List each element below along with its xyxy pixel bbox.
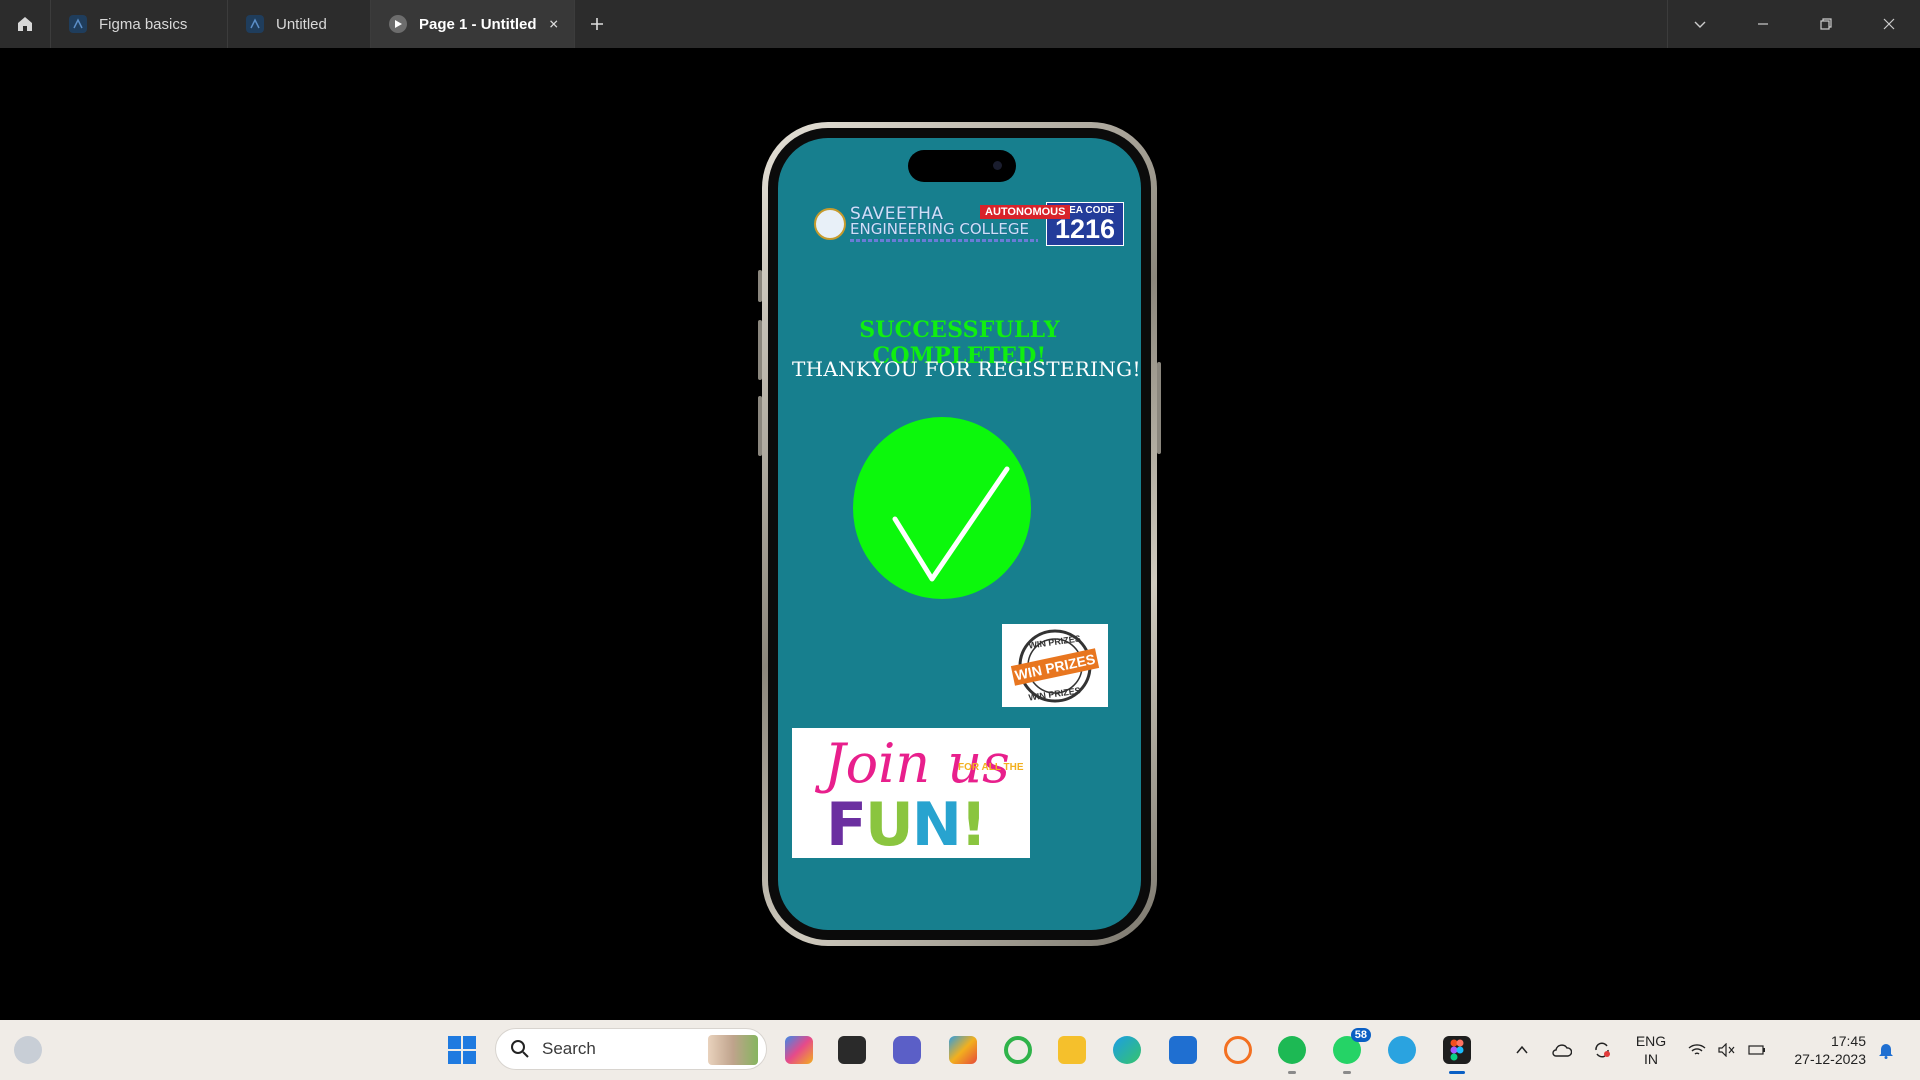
start-button[interactable] <box>448 1036 476 1064</box>
dynamic-island <box>908 150 1016 182</box>
windows-logo-pane <box>448 1036 461 1049</box>
figma-file-icon <box>69 15 87 33</box>
windows-logo-pane <box>463 1051 476 1064</box>
sync-icon[interactable] <box>1588 1020 1616 1080</box>
college-tagline <box>850 239 1038 242</box>
figma-file-icon <box>246 15 264 33</box>
telegram-icon[interactable] <box>1388 1036 1416 1064</box>
checkmark-icon <box>853 417 1031 599</box>
tab-untitled[interactable]: Untitled <box>228 0 371 48</box>
restore-icon <box>1819 18 1832 30</box>
search-placeholder: Search <box>542 1039 596 1058</box>
whatsapp-icon[interactable]: 58 <box>1333 1028 1371 1074</box>
task-view-icon[interactable] <box>838 1036 866 1064</box>
new-tab-button[interactable] <box>575 0 619 48</box>
microsoft-store-icon[interactable] <box>1169 1036 1197 1064</box>
tab-label: Figma basics <box>99 15 188 33</box>
jupyter-icon[interactable] <box>1224 1036 1252 1064</box>
camera-icon <box>993 161 1002 170</box>
autonomous-badge: AUTONOMOUS <box>980 205 1071 219</box>
edge-icon[interactable] <box>1113 1036 1141 1064</box>
system-clock[interactable]: 17:45 27-12-2023 <box>1784 1032 1866 1068</box>
taskbar: Search 58 ENG IN 17:45 27-12-2023 <box>0 1020 1920 1080</box>
home-button[interactable] <box>0 0 51 48</box>
action-button <box>758 270 762 302</box>
close-window-button[interactable] <box>1857 0 1920 48</box>
language-code: ENG <box>1635 1033 1667 1049</box>
fun-letter: N <box>911 790 962 860</box>
tab-label: Page 1 - Untitled <box>419 15 537 33</box>
tab-bar: Figma basics Untitled Page 1 - Untitled <box>0 0 1920 48</box>
power-button <box>1157 362 1161 454</box>
win-prizes-seal-icon: WIN PRIZES WIN PRIZES WIN PRIZES <box>1010 629 1100 702</box>
file-explorer-icon[interactable] <box>1058 1036 1086 1064</box>
clock-time: 17:45 <box>1830 1033 1866 1049</box>
volume-down-button <box>758 396 762 456</box>
battery-icon[interactable] <box>1744 1020 1770 1080</box>
taskbar-search[interactable]: Search <box>495 1028 767 1070</box>
chevron-up-icon <box>1516 1045 1528 1054</box>
volume-up-button <box>758 320 762 380</box>
tabs-dropdown-button[interactable] <box>1668 0 1731 48</box>
volume-muted-icon[interactable] <box>1714 1020 1740 1080</box>
iphone-frame: SAVEETHA AUTONOMOUS ENGINEERING COLLEGE … <box>758 122 1161 946</box>
window-controls <box>1667 0 1920 48</box>
teams-chat-icon[interactable] <box>893 1036 921 1064</box>
language-indicator[interactable]: ENG IN <box>1634 1032 1668 1068</box>
college-emblem-icon <box>814 208 846 240</box>
clock-date: 27-12-2023 <box>1794 1051 1866 1067</box>
paint-icon[interactable] <box>949 1036 977 1064</box>
tnea-code-value: 1216 <box>1054 214 1116 244</box>
search-icon <box>511 1040 529 1058</box>
whatsapp-unread-badge: 58 <box>1350 1028 1371 1042</box>
thanks-message: THANKYOU FOR REGISTERING! <box>792 357 1141 381</box>
spotify-icon[interactable] <box>1278 1036 1306 1074</box>
phone-bezel: SAVEETHA AUTONOMOUS ENGINEERING COLLEGE … <box>768 128 1151 940</box>
tab-label: Untitled <box>276 15 327 33</box>
fun-letter: U <box>865 790 914 860</box>
figma-logo-icon <box>1450 1039 1464 1061</box>
restore-button[interactable] <box>1794 0 1857 48</box>
windows-logo-pane <box>448 1051 461 1064</box>
minimize-icon <box>1757 23 1768 25</box>
college-name-line2: ENGINEERING COLLEGE <box>850 220 1029 238</box>
onedrive-icon[interactable] <box>1548 1020 1576 1080</box>
fun-letter: ! <box>959 790 987 860</box>
win-prizes-image: WIN PRIZES WIN PRIZES WIN PRIZES <box>1002 624 1108 707</box>
wifi-icon[interactable] <box>1684 1020 1710 1080</box>
search-highlight-image <box>708 1035 758 1065</box>
notifications-bell-icon[interactable] <box>1872 1020 1900 1080</box>
plus-icon <box>591 18 603 30</box>
weather-widget-icon[interactable] <box>14 1036 42 1064</box>
for-all-the-text: FOR ALL THE <box>958 762 1024 773</box>
fun-text: FUN! <box>826 790 987 860</box>
prototype-canvas: SAVEETHA AUTONOMOUS ENGINEERING COLLEGE … <box>0 48 1920 1020</box>
show-hidden-icons-button[interactable] <box>1508 1020 1536 1080</box>
prototype-play-icon <box>389 15 407 33</box>
figma-app-icon[interactable] <box>1443 1036 1471 1074</box>
copilot-icon[interactable] <box>785 1036 813 1064</box>
tab-page1-untitled[interactable]: Page 1 - Untitled <box>371 0 575 48</box>
chevron-down-icon <box>1694 21 1705 28</box>
phone-screen: SAVEETHA AUTONOMOUS ENGINEERING COLLEGE … <box>778 138 1141 930</box>
join-us-fun-image: Join us FOR ALL THE FUN! <box>792 728 1030 860</box>
home-icon <box>18 17 32 31</box>
college-logo: SAVEETHA AUTONOMOUS ENGINEERING COLLEGE … <box>814 200 1126 248</box>
close-tab-icon[interactable] <box>549 18 558 30</box>
college-name: SAVEETHA AUTONOMOUS ENGINEERING COLLEGE <box>850 202 1071 246</box>
region-code: IN <box>1644 1051 1658 1067</box>
tab-bar-spacer <box>619 0 1667 48</box>
windows-logo-pane <box>463 1036 476 1049</box>
minimize-button[interactable] <box>1731 0 1794 48</box>
fun-letter: F <box>826 790 867 860</box>
tab-figma-basics[interactable]: Figma basics <box>51 0 228 48</box>
close-icon <box>1883 18 1894 30</box>
refresh-app-icon[interactable] <box>1004 1036 1032 1064</box>
